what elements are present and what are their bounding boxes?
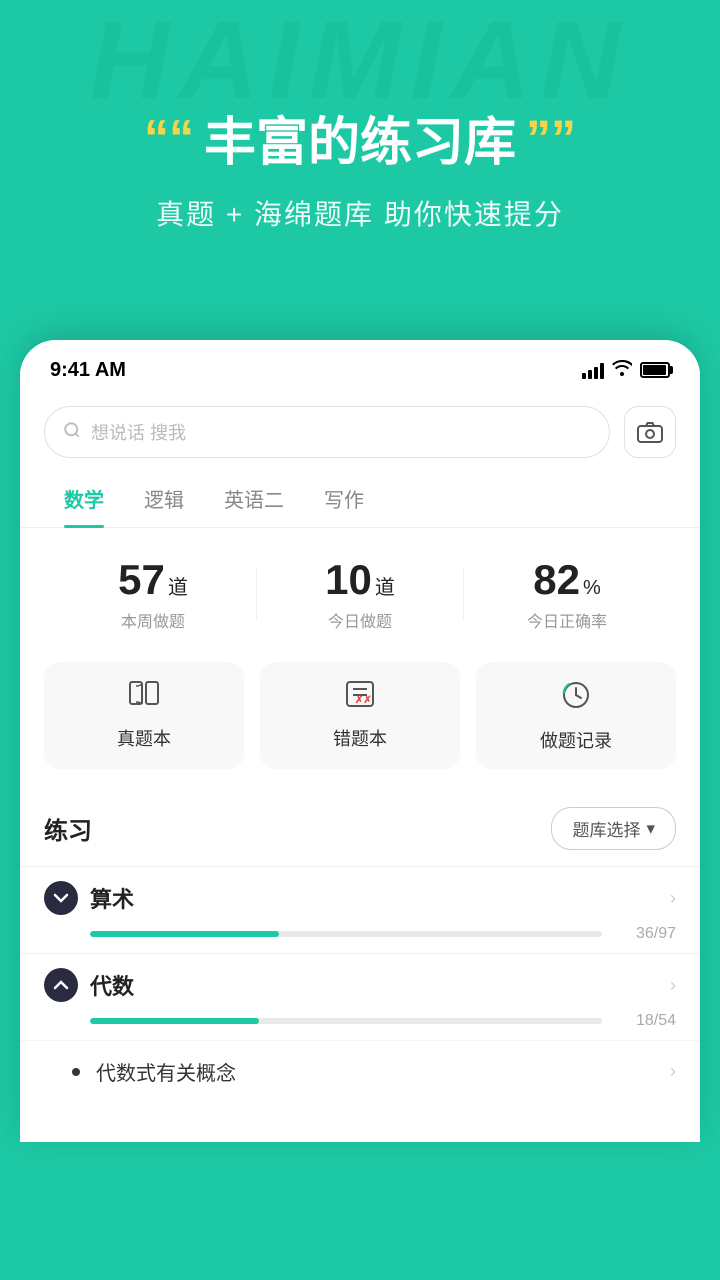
stat-daily-value: 10	[325, 556, 372, 604]
sub-item-label: 代数式有关概念	[96, 1057, 670, 1086]
practice-header: 练习 题库选择 ▾	[20, 793, 700, 866]
sub-item-arrow: ›	[670, 1061, 676, 1082]
wifi-icon	[612, 360, 632, 381]
error-book-label: 错题本	[333, 725, 387, 751]
stat-weekly-label: 本周做题	[50, 608, 256, 632]
tab-writing[interactable]: 写作	[304, 472, 384, 527]
camera-button[interactable]	[624, 406, 676, 458]
stat-accuracy: 82 % 今日正确率	[464, 556, 670, 632]
search-area: 想说话 搜我	[20, 392, 700, 472]
quote-right: ””	[526, 113, 576, 163]
practice-title: 练习	[44, 811, 92, 846]
clock-icon	[561, 680, 591, 717]
arithmetic-progress-bar	[90, 931, 602, 937]
category-arithmetic-arrow: ›	[670, 888, 676, 909]
stat-accuracy-unit: %	[583, 577, 601, 600]
phone-inner: 9:41 AM	[20, 340, 700, 1142]
stat-daily-unit: 道	[375, 571, 395, 600]
category-algebra: 代数 › 18/54	[20, 953, 700, 1040]
tabs-row: 数学 逻辑 英语二 写作	[20, 472, 700, 528]
algebra-progress-fill	[90, 1018, 259, 1024]
category-arithmetic-name: 算术	[90, 882, 658, 914]
quote-left: ““	[144, 113, 194, 163]
header-content: ““ 丰富的练习库 ”” 真题 + 海绵题库 助你快速提分	[0, 100, 720, 233]
stat-accuracy-label: 今日正确率	[464, 608, 670, 632]
category-algebra-toggle	[44, 968, 78, 1002]
status-icons	[582, 360, 670, 381]
header-background: HAIMIAN ““ 丰富的练习库 ”” 真题 + 海绵题库 助你快速提分	[0, 0, 720, 340]
header-title-row: ““ 丰富的练习库 ””	[0, 100, 720, 175]
sub-item-dot	[72, 1068, 80, 1076]
dropdown-arrow-icon: ▾	[646, 819, 655, 839]
category-arithmetic: 算术 › 36/97	[20, 866, 700, 953]
tab-english[interactable]: 英语二	[204, 472, 304, 527]
topic-select-button[interactable]: 题库选择 ▾	[551, 807, 676, 850]
category-arithmetic-header[interactable]: 算术 ›	[44, 881, 676, 915]
search-bar-container[interactable]: 想说话 搜我	[44, 406, 610, 458]
arithmetic-progress-count: 36/97	[616, 925, 676, 943]
header-subtitle: 真题 + 海绵题库 助你快速提分	[0, 193, 720, 233]
book-icon	[128, 680, 160, 715]
history-label: 做题记录	[540, 727, 612, 753]
algebra-progress-bar	[90, 1018, 602, 1024]
stat-weekly-value: 57	[118, 556, 165, 604]
sub-item-algebra-concept[interactable]: 代数式有关概念 ›	[20, 1040, 700, 1102]
history-button[interactable]: 做题记录	[476, 662, 676, 769]
real-questions-label: 真题本	[117, 725, 171, 751]
signal-icon	[582, 361, 604, 379]
category-algebra-arrow: ›	[670, 975, 676, 996]
search-icon	[63, 421, 81, 444]
category-arithmetic-toggle	[44, 881, 78, 915]
tab-math[interactable]: 数学	[44, 472, 124, 527]
search-placeholder-text: 想说话 搜我	[91, 419, 186, 445]
header-title-text: 丰富的练习库	[204, 100, 516, 175]
arithmetic-progress-fill	[90, 931, 279, 937]
stat-accuracy-value: 82	[533, 556, 580, 604]
stat-daily: 10 道 今日做题	[257, 556, 463, 632]
action-buttons-row: 真题本 ✗✗ 错题本	[20, 652, 700, 793]
battery-icon	[640, 362, 670, 378]
category-algebra-progress: 18/54	[44, 1012, 676, 1030]
status-time: 9:41 AM	[50, 359, 126, 382]
svg-text:✗✗: ✗✗	[355, 695, 372, 706]
tab-logic[interactable]: 逻辑	[124, 472, 204, 527]
real-questions-button[interactable]: 真题本	[44, 662, 244, 769]
phone-mockup: 9:41 AM	[20, 340, 700, 1142]
camera-icon	[637, 421, 663, 443]
error-book-icon: ✗✗	[345, 680, 375, 715]
error-book-button[interactable]: ✗✗ 错题本	[260, 662, 460, 769]
status-bar: 9:41 AM	[20, 340, 700, 392]
topic-select-label: 题库选择	[572, 816, 640, 841]
category-algebra-name: 代数	[90, 969, 658, 1001]
stat-weekly: 57 道 本周做题	[50, 556, 256, 632]
stats-row: 57 道 本周做题 10 道 今日做题 82 % 今日正确率	[20, 532, 700, 652]
category-arithmetic-progress: 36/97	[44, 925, 676, 943]
stat-daily-label: 今日做题	[257, 608, 463, 632]
stat-weekly-unit: 道	[168, 571, 188, 600]
bottom-fade	[20, 1102, 700, 1142]
algebra-progress-count: 18/54	[616, 1012, 676, 1030]
category-algebra-header[interactable]: 代数 ›	[44, 968, 676, 1002]
